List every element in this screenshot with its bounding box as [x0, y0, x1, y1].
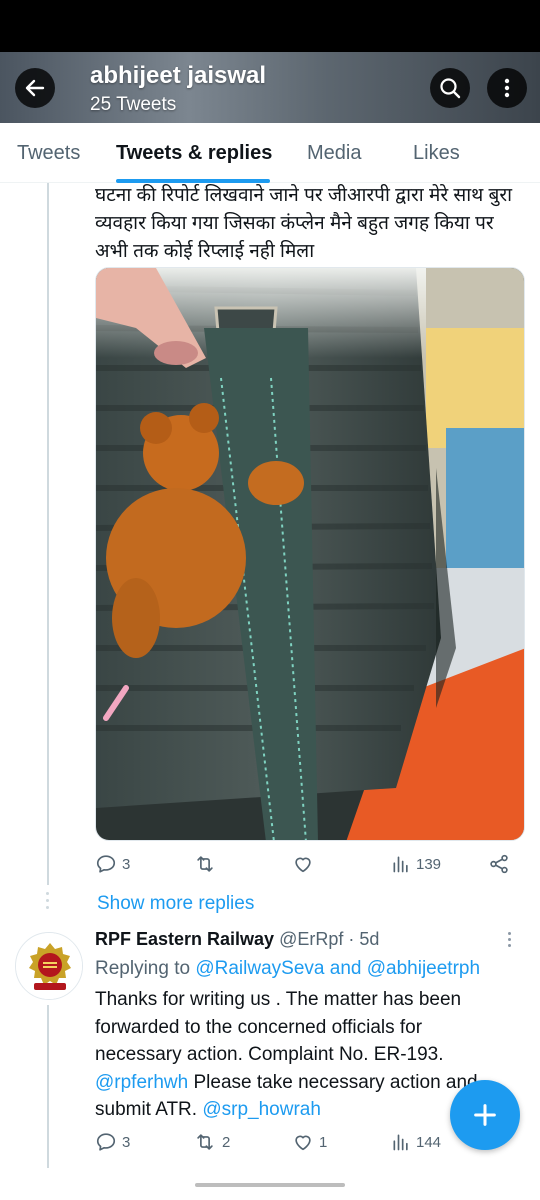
mention-link[interactable]: @srp_howrah [202, 1099, 321, 1120]
rpf-emblem-icon [16, 933, 82, 999]
views-action[interactable]: 144 [391, 1131, 441, 1153]
separator: · [343, 929, 360, 949]
retweet-count: 2 [222, 1133, 231, 1151]
search-icon [440, 78, 461, 99]
reply-action[interactable]: 3 [95, 853, 130, 875]
tab-likes[interactable]: Likes [413, 142, 460, 165]
plus-icon [474, 1104, 496, 1126]
like-action[interactable] [292, 853, 319, 875]
analytics-icon [393, 856, 408, 873]
reply-icon [96, 1133, 116, 1151]
more-vertical-icon [504, 78, 510, 98]
reply-icon [96, 855, 116, 873]
arrow-left-icon [25, 79, 45, 97]
heart-icon [295, 857, 311, 873]
more-options-button[interactable] [487, 68, 527, 108]
replying-to: Replying to @RailwaySeva and @abhijeetrp… [95, 958, 480, 980]
retweet-action[interactable]: 2 [193, 1131, 230, 1153]
share-icon [490, 854, 508, 874]
compose-tweet-button[interactable] [450, 1080, 520, 1150]
tweet-count: 25 Tweets [90, 94, 177, 115]
tab-tweets[interactable]: Tweets [17, 142, 80, 165]
reply-time: 5d [359, 929, 380, 949]
mention-link[interactable]: @rpferhwh [95, 1072, 188, 1093]
reply-text-span: submit ATR. [95, 1099, 203, 1120]
thread-gap-dots [46, 892, 50, 914]
views-count: 144 [416, 1133, 442, 1151]
reply-thread-line [47, 1005, 49, 1168]
tweet-text-line: व्यवहार किया गया जिसका कंप्लेन मैने बहुत… [95, 213, 494, 234]
retweet-icon [197, 856, 213, 872]
reply-count: 3 [122, 855, 131, 873]
reply-text-line: @rpferhwh Please take necessary action a… [95, 1069, 515, 1097]
reply-action[interactable]: 3 [95, 1131, 130, 1153]
profile-header: abhijeet jaiswal 25 Tweets [0, 52, 540, 123]
back-button[interactable] [15, 68, 55, 108]
reply-text-line: forwarded to the concerned officials for [95, 1016, 423, 1038]
tab-media[interactable]: Media [307, 142, 361, 165]
profile-name: abhijeet jaiswal [90, 62, 267, 89]
retweet-icon [197, 1134, 213, 1150]
reply-text-line: Thanks for writing us . The matter has b… [95, 989, 462, 1010]
bag-photo-image [96, 268, 524, 840]
mention-link[interactable]: @RailwaySeva [195, 958, 324, 979]
reply-text-span: Please take necessary action and [188, 1071, 478, 1093]
status-bar [0, 0, 540, 52]
tweet-text-line: अभी तक कोई रिप्लाई नही मिला [95, 241, 315, 262]
tweet-text: घटना की रिपोर्ट लिखवाने जाने पर जीआरपी द… [95, 182, 525, 266]
show-more-replies-link[interactable]: Show more replies [97, 893, 254, 915]
tweet-text-line: घटना की रिपोर्ट लिखवाने जाने पर जीआरपी द… [95, 185, 513, 206]
reply-author-handle[interactable]: @ErRpf [279, 929, 343, 949]
reply-text-line: necessary action. Complaint No. ER-193. [95, 1044, 444, 1065]
reply-author-name[interactable]: RPF Eastern Railway [95, 929, 274, 949]
home-indicator[interactable] [195, 1183, 345, 1187]
views-count: 139 [416, 855, 442, 873]
like-action[interactable]: 1 [292, 1131, 327, 1153]
reply-header: RPF Eastern Railway @ErRpf · 5d [95, 929, 379, 950]
avatar[interactable] [15, 932, 83, 1000]
mention-link[interactable]: @abhijeetrph [367, 958, 480, 979]
replying-and: and [324, 958, 367, 979]
retweet-action[interactable] [193, 853, 222, 875]
search-button[interactable] [430, 68, 470, 108]
profile-tabs: Tweets Tweets & replies Media Likes [0, 123, 540, 183]
reply-count: 3 [122, 1133, 131, 1151]
reply-more-button[interactable] [508, 932, 514, 948]
like-count: 1 [319, 1133, 328, 1151]
replying-prefix: Replying to [95, 958, 196, 979]
share-action[interactable] [488, 853, 510, 875]
thread-line [47, 183, 49, 885]
tab-tweets-replies[interactable]: Tweets & replies [116, 142, 272, 165]
tweet-actions: 3 139 [95, 853, 525, 879]
heart-icon [295, 1135, 311, 1151]
analytics-icon [393, 1134, 408, 1151]
views-action[interactable]: 139 [391, 853, 441, 875]
tweet-photo[interactable] [95, 267, 525, 841]
